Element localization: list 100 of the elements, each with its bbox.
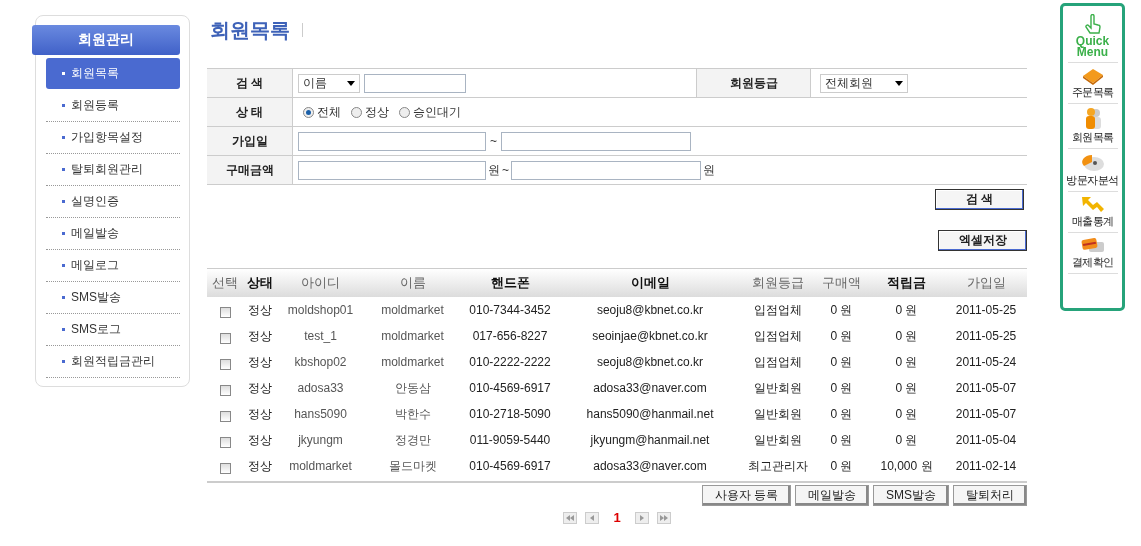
pointer-hand-icon (1084, 14, 1101, 36)
table-cell: 0 원 (895, 379, 918, 397)
table-cell: 정상 (247, 379, 272, 397)
table-cell: 0 원 (830, 301, 853, 319)
table-cell: 일반회원 (753, 405, 802, 423)
table-cell: 0 원 (830, 405, 853, 423)
action-button[interactable]: 탈퇴처리 (953, 485, 1027, 506)
column-header: 구매액 (821, 274, 862, 292)
table-cell: 010-2718-5090 (469, 407, 551, 421)
page-number[interactable]: 1 (613, 510, 621, 525)
table-cell: 박한수 (394, 405, 431, 423)
sidebar-item[interactable]: 실명인증 (46, 186, 180, 218)
trend-arrow-icon (1080, 196, 1105, 214)
pie-chart-icon (1080, 153, 1105, 173)
sidebar-item[interactable]: SMS발송 (46, 282, 180, 314)
table-cell: 몰드마켓 (388, 457, 437, 475)
radio-button[interactable] (351, 106, 362, 118)
table-cell: 010-2222-2222 (469, 355, 551, 369)
table-cell: 2011-05-04 (955, 433, 1017, 447)
sidebar-item[interactable]: 메일발송 (46, 218, 180, 250)
sidebar-title: 회원관리 (32, 25, 180, 55)
column-header: 적립금 (886, 274, 927, 292)
sidebar-item[interactable]: 회원등록 (46, 90, 180, 122)
table-cell: 정상 (247, 405, 272, 423)
radio-button[interactable] (399, 106, 410, 118)
search-button[interactable]: 검 색 (935, 189, 1024, 210)
sidebar-item[interactable]: 회원적립금관리 (46, 346, 180, 378)
last-page-icon[interactable] (656, 511, 671, 524)
table-cell: 정상 (247, 353, 272, 371)
search-input[interactable] (364, 73, 466, 93)
quick-menu-item[interactable]: 방문자분석 (1066, 173, 1119, 188)
next-page-icon[interactable] (634, 511, 649, 524)
table-cell: 입점업체 (753, 327, 802, 345)
search-type-dropdown[interactable]: 이름 (298, 73, 360, 93)
table-cell: 0 원 (830, 457, 853, 475)
amount-to-input[interactable] (511, 160, 701, 180)
table-cell: seoju8@kbnet.co.kr (596, 303, 704, 317)
column-header: 회원등급 (750, 274, 805, 292)
column-header: 핸드폰 (489, 274, 531, 292)
table-cell: 2011-02-14 (955, 459, 1017, 473)
previous-page-icon[interactable] (585, 511, 600, 524)
quick-menu-item[interactable]: 회원목록 (1071, 130, 1114, 145)
action-button[interactable]: 사용자 등록 (701, 485, 791, 506)
table-cell: 정상 (247, 431, 272, 449)
page-title: 회원목록 (210, 17, 290, 43)
row-checkbox[interactable] (219, 358, 231, 370)
excel-save-button[interactable]: 엑셀저장 (938, 230, 1027, 251)
sidebar-item[interactable]: SMS로그 (46, 314, 180, 346)
table-cell: 017-656-8227 (472, 329, 548, 343)
sidebar-item[interactable]: 메일로그 (46, 250, 180, 282)
radio-label: 전체 (317, 103, 341, 121)
radio-button[interactable] (303, 106, 314, 118)
table-cell: hans5090 (294, 407, 347, 421)
table-cell: 안동삼 (394, 379, 431, 397)
table-cell: 입점업체 (753, 301, 802, 319)
row-checkbox[interactable] (219, 462, 231, 474)
credit-card-icon (1080, 237, 1105, 255)
table-cell: 0 원 (830, 431, 853, 449)
range-separator: ~ (502, 163, 509, 177)
table-cell: 2011-05-25 (955, 303, 1017, 317)
table-cell: moldmarket (381, 355, 444, 369)
column-header: 가입일 (965, 274, 1007, 292)
first-page-icon[interactable] (563, 511, 578, 524)
table-cell: 10,000 원 (880, 457, 933, 475)
table-cell: 최고관리자 (747, 457, 808, 475)
row-checkbox[interactable] (219, 306, 231, 318)
column-header: 선택 (211, 274, 239, 292)
date-to-input[interactable] (501, 131, 691, 151)
row-checkbox[interactable] (219, 436, 231, 448)
row-checkbox[interactable] (219, 410, 231, 422)
table-cell: 2011-05-07 (955, 381, 1017, 395)
table-cell: 2011-05-25 (955, 329, 1017, 343)
table-cell: 0 원 (895, 301, 918, 319)
amount-from-input[interactable] (298, 160, 486, 180)
unit-label: 원 (703, 161, 715, 179)
action-button[interactable]: SMS발송 (873, 485, 949, 506)
sidebar-item[interactable]: 가입항목설정 (46, 122, 180, 154)
sidebar-item[interactable]: 회원목록 (46, 58, 180, 89)
date-from-input[interactable] (298, 131, 486, 151)
field-label: 상 태 (207, 98, 293, 127)
table-cell: moldmarket (381, 303, 444, 317)
table-cell: 정상 (247, 301, 272, 319)
quick-menu-item[interactable]: 결제확인 (1071, 255, 1114, 270)
row-checkbox[interactable] (219, 332, 231, 344)
quick-menu-item[interactable]: 매출통계 (1071, 214, 1114, 229)
quick-menu-item[interactable]: 주문목록 (1071, 85, 1114, 100)
table-cell: hans5090@hanmail.net (586, 407, 714, 421)
column-header: 아이디 (300, 274, 341, 292)
sidebar-item[interactable]: 탈퇴회원관리 (46, 154, 180, 186)
table-cell: 010-7344-3452 (469, 303, 551, 317)
grade-dropdown[interactable]: 전체회원 (820, 73, 908, 93)
column-header: 이메일 (629, 274, 671, 292)
unit-label: 원 (488, 161, 500, 179)
table-cell: 010-4569-6917 (469, 381, 551, 395)
table-cell: kbshop02 (294, 355, 347, 369)
row-checkbox[interactable] (219, 384, 231, 396)
table-cell: jkyungm (298, 433, 343, 447)
table-cell: 0 원 (830, 353, 853, 371)
table-cell: 0 원 (895, 405, 918, 423)
action-button[interactable]: 메일발송 (795, 485, 869, 506)
